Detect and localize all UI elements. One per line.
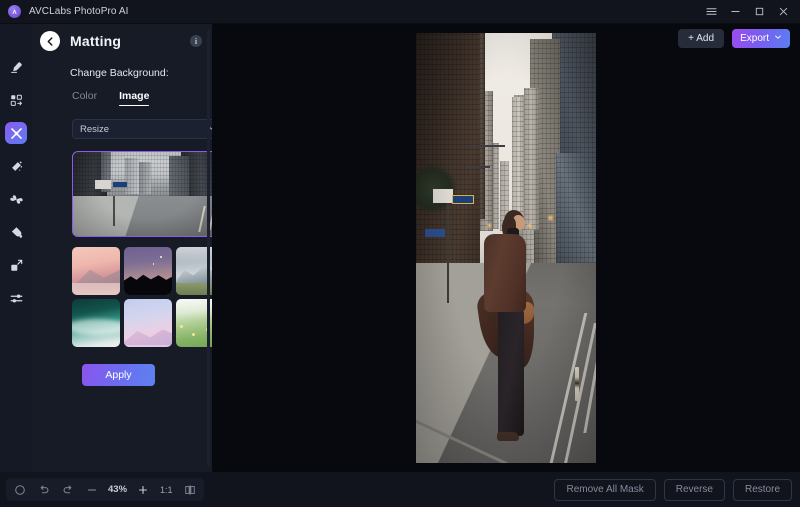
canvas-area bbox=[212, 24, 800, 472]
titlebar: AVCLabs PhotoPro AI bbox=[0, 0, 800, 24]
undo-icon[interactable] bbox=[32, 478, 56, 501]
split-compare-icon[interactable] bbox=[178, 478, 202, 501]
restore-button[interactable]: Restore bbox=[732, 478, 792, 501]
background-thumb-pastel-sky[interactable] bbox=[124, 299, 172, 347]
apply-button[interactable]: Apply bbox=[82, 364, 155, 386]
maximize-icon[interactable] bbox=[748, 2, 770, 22]
bottom-toolbar: 43% 1:1 Remove All Mask Reverse Restore bbox=[0, 472, 800, 507]
resize-mode-select[interactable]: Resize bbox=[72, 119, 224, 139]
export-button[interactable]: Export bbox=[732, 29, 790, 48]
main-body: Matting i Change Background: Color Image… bbox=[0, 24, 800, 472]
sidebar-item-background[interactable] bbox=[5, 89, 27, 111]
sidebar-item-effects[interactable] bbox=[5, 188, 27, 210]
tool-rail bbox=[0, 24, 32, 472]
menu-icon[interactable] bbox=[700, 2, 722, 22]
panel-scrollbar[interactable] bbox=[207, 30, 210, 466]
image-canvas[interactable] bbox=[212, 24, 800, 472]
sidebar-item-matting[interactable] bbox=[5, 122, 27, 144]
zoom-in-button[interactable] bbox=[131, 478, 155, 501]
close-icon[interactable] bbox=[772, 2, 794, 22]
matting-panel: Matting i Change Background: Color Image… bbox=[32, 24, 224, 472]
sidebar-item-adjust[interactable] bbox=[5, 287, 27, 309]
top-action-bar: + Add Export bbox=[678, 29, 790, 48]
circle-reset-icon[interactable] bbox=[8, 478, 32, 501]
remove-all-mask-button[interactable]: Remove All Mask bbox=[554, 478, 656, 501]
zoom-ratio-button[interactable]: 1:1 bbox=[155, 485, 178, 495]
tab-image[interactable]: Image bbox=[119, 90, 150, 106]
mask-action-buttons: Remove All Mask Reverse Restore bbox=[554, 478, 792, 501]
window-controls bbox=[700, 2, 794, 22]
background-thumb-night-sky[interactable] bbox=[124, 247, 172, 295]
app-logo-icon bbox=[8, 5, 21, 18]
sidebar-item-retouch[interactable] bbox=[5, 56, 27, 78]
change-background-label: Change Background: bbox=[70, 67, 169, 79]
zoom-tool-group: 43% 1:1 bbox=[6, 478, 204, 501]
background-thumb-teal-wave[interactable] bbox=[72, 299, 120, 347]
application-window: AVCLabs PhotoPro AI + Add Export Matting… bbox=[0, 0, 800, 507]
zoom-out-button[interactable] bbox=[80, 478, 104, 501]
info-icon[interactable]: i bbox=[190, 35, 202, 47]
page-title: Matting bbox=[70, 33, 122, 49]
app-title: AVCLabs PhotoPro AI bbox=[29, 6, 129, 17]
panel-header: Matting i bbox=[38, 24, 212, 58]
background-thumb-pink-mountain[interactable] bbox=[72, 247, 120, 295]
minimize-icon[interactable] bbox=[724, 2, 746, 22]
resize-mode-value: Resize bbox=[80, 123, 110, 135]
sidebar-item-upscale[interactable] bbox=[5, 254, 27, 276]
background-thumbnail-grid bbox=[72, 247, 224, 347]
back-arrow-icon[interactable] bbox=[40, 31, 60, 51]
subject-person bbox=[475, 210, 534, 460]
city-street-thumbnail[interactable] bbox=[72, 151, 224, 237]
background-tabs: Color Image bbox=[38, 79, 212, 106]
zoom-level-value: 43% bbox=[108, 484, 128, 495]
add-button[interactable]: + Add bbox=[678, 29, 725, 48]
export-label: Export bbox=[740, 33, 769, 44]
redo-icon[interactable] bbox=[56, 478, 80, 501]
reverse-button[interactable]: Reverse bbox=[663, 478, 725, 501]
sidebar-item-enhance[interactable] bbox=[5, 155, 27, 177]
tab-color[interactable]: Color bbox=[72, 90, 97, 106]
sidebar-item-colorize[interactable] bbox=[5, 221, 27, 243]
person-in-brown-coat-on-city-street[interactable] bbox=[416, 33, 596, 463]
chevron-down-icon bbox=[774, 33, 782, 44]
